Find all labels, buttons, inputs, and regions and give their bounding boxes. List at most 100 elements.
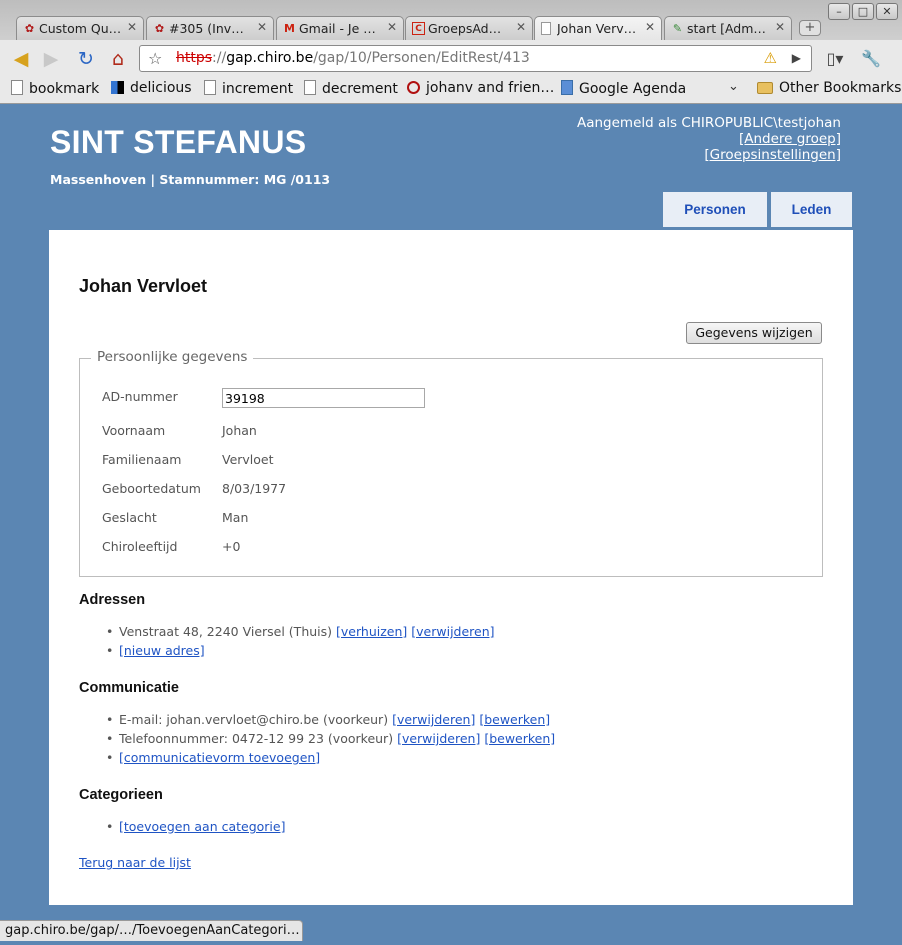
gmail-icon: M [284,22,295,35]
group-settings-link[interactable]: [Groepsinstellingen] [577,147,841,163]
add-to-category-link[interactable]: [toevoegen aan categorie] [119,819,285,834]
ad-number-label: AD-nummer [102,389,178,404]
site-subtitle: Massenhoven | Stamnummer: MG /0113 [50,172,331,187]
groepsadmin-icon: C [412,22,425,35]
main-content: Johan Vervloet Gegevens wijzigen Persoon… [49,230,853,905]
close-icon[interactable]: ✕ [645,20,655,34]
bookmark-item[interactable]: johanv and frien… [407,80,554,96]
close-icon[interactable]: ✕ [775,20,785,34]
bullet-icon: • [106,750,114,765]
paw-icon: ✿ [24,22,35,35]
tab-leden[interactable]: Leden [771,192,852,227]
page: SINT STEFANUS Massenhoven | Stamnummer: … [0,104,902,945]
tab-strip: ✿ Custom Qu… ✕ ✿ #305 (Inv… ✕ M Gmail - … [0,0,902,40]
categories-heading: Categorieen [79,787,163,803]
tab-custom-queries[interactable]: ✿ Custom Qu… ✕ [16,16,144,40]
list-item: • E-mail: johan.vervloet@chiro.be (voorke… [89,712,550,727]
bullet-icon: • [106,624,114,639]
page-menu-icon[interactable]: ▯▾ [824,48,846,70]
new-address-link[interactable]: [nieuw adres] [119,643,205,658]
go-arrow-icon[interactable]: ▶ [792,46,801,71]
other-group-link[interactable]: [Andere groep] [577,131,841,147]
birthdate-value: 8/03/1977 [222,481,287,496]
login-info: Aangemeld als CHIROPUBLIC\testjohan [And… [577,115,841,163]
close-icon[interactable]: ✕ [257,20,267,34]
address-text: Venstraat 48, 2240 Viersel (Thuis) [119,624,333,639]
edit-phone-link[interactable]: [bewerken] [484,731,555,746]
star-icon[interactable]: ☆ [148,46,162,71]
bookmark-item[interactable]: increment [204,80,293,97]
bookmark-item[interactable]: Google Agenda [561,80,686,97]
tab-start-admin[interactable]: ✎ start [Adm… ✕ [664,16,792,40]
list-item: • [communicatievorm toevoegen] [89,750,320,765]
site-title: SINT STEFANUS [50,124,307,160]
phone-text: Telefoonnummer: 0472-12 99 23 (voorkeur) [119,731,394,746]
bookmark-item[interactable]: bookmark [11,80,99,97]
bullet-icon: • [106,643,114,658]
browser-toolbar: ◀ ▶ ↻ ⌂ ☆ https://gap.chiro.be/gap/10/Pe… [0,40,902,76]
bullet-icon: • [106,712,114,727]
warning-icon[interactable]: ⚠ [764,46,777,71]
forward-arrow-icon[interactable]: ▶ [40,48,62,70]
email-text: E-mail: johan.vervloet@chiro.be (voorkeu… [119,712,389,727]
folder-icon [757,82,773,94]
other-bookmarks[interactable]: Other Bookmarks [757,80,901,96]
gender-label: Geslacht [102,510,157,525]
calendar-icon [561,80,573,95]
wiki-icon: ✎ [672,22,683,35]
bullet-icon: • [106,819,114,834]
reload-icon[interactable]: ↻ [75,48,97,70]
page-icon [541,22,551,35]
home-icon[interactable]: ⌂ [107,48,129,70]
back-to-list-link[interactable]: Terug naar de lijst [79,855,191,870]
add-communication-link[interactable]: [communicatievorm toevoegen] [119,750,320,765]
chevron-down-icon[interactable]: ⌄ [728,79,739,94]
communication-heading: Communicatie [79,680,179,696]
ad-number-field[interactable] [222,388,425,408]
wrench-icon[interactable]: 🔧 [860,48,882,70]
bookmarks-bar: bookmark delicious increment decrement j… [0,76,902,103]
edit-email-link[interactable]: [bewerken] [479,712,550,727]
first-name-label: Voornaam [102,423,166,438]
addresses-heading: Adressen [79,592,146,608]
tab-personen[interactable]: Personen [663,192,767,227]
chiro-age-value: +0 [222,539,241,554]
list-item: • Telefoonnummer: 0472-12 99 23 (voorkeur… [89,731,555,746]
remove-address-link[interactable]: [verwijderen] [411,624,494,639]
edit-details-button[interactable]: Gegevens wijzigen [686,322,822,344]
bullet-icon: • [106,731,114,746]
maximize-button[interactable]: □ [852,3,874,20]
tab-issue-305[interactable]: ✿ #305 (Inv… ✕ [146,16,274,40]
move-address-link[interactable]: [verhuizen] [336,624,407,639]
bookmark-item[interactable]: delicious [111,80,192,96]
quoraring-icon [407,81,420,94]
close-icon[interactable]: ✕ [387,20,397,34]
close-window-button[interactable]: ✕ [876,3,898,20]
tab-gmail[interactable]: M Gmail - Je … ✕ [276,16,404,40]
new-tab-button[interactable]: + [799,20,821,36]
address-bar[interactable]: ☆ https://gap.chiro.be/gap/10/Personen/E… [139,45,812,72]
back-arrow-icon[interactable]: ◀ [10,48,32,70]
delicious-icon [111,81,124,94]
browser-chrome: ✿ Custom Qu… ✕ ✿ #305 (Inv… ✕ M Gmail - … [0,0,902,104]
gender-value: Man [222,510,249,525]
last-name-value: Vervloet [222,452,274,467]
remove-phone-link[interactable]: [verwijderen] [397,731,480,746]
last-name-label: Familienaam [102,452,182,467]
fieldset-legend: Persoonlijke gegevens [91,349,254,365]
bookmark-item[interactable]: decrement [304,80,398,97]
list-item: • Venstraat 48, 2240 Viersel (Thuis) [ver… [89,624,495,639]
list-item: • [toevoegen aan categorie] [89,819,285,834]
list-item: • [nieuw adres] [89,643,205,658]
tab-johan-vervloet[interactable]: Johan Verv… ✕ [534,16,662,40]
remove-email-link[interactable]: [verwijderen] [392,712,475,727]
logged-in-text: Aangemeld als CHIROPUBLIC\testjohan [576,115,841,131]
minimize-button[interactable]: – [828,3,850,20]
first-name-value: Johan [222,423,257,438]
close-icon[interactable]: ✕ [127,20,137,34]
page-icon [11,80,23,95]
page-icon [304,80,316,95]
close-icon[interactable]: ✕ [516,20,526,34]
chiro-age-label: Chiroleeftijd [102,539,178,554]
tab-groepsadmin[interactable]: C GroepsAd… ✕ [405,16,533,40]
